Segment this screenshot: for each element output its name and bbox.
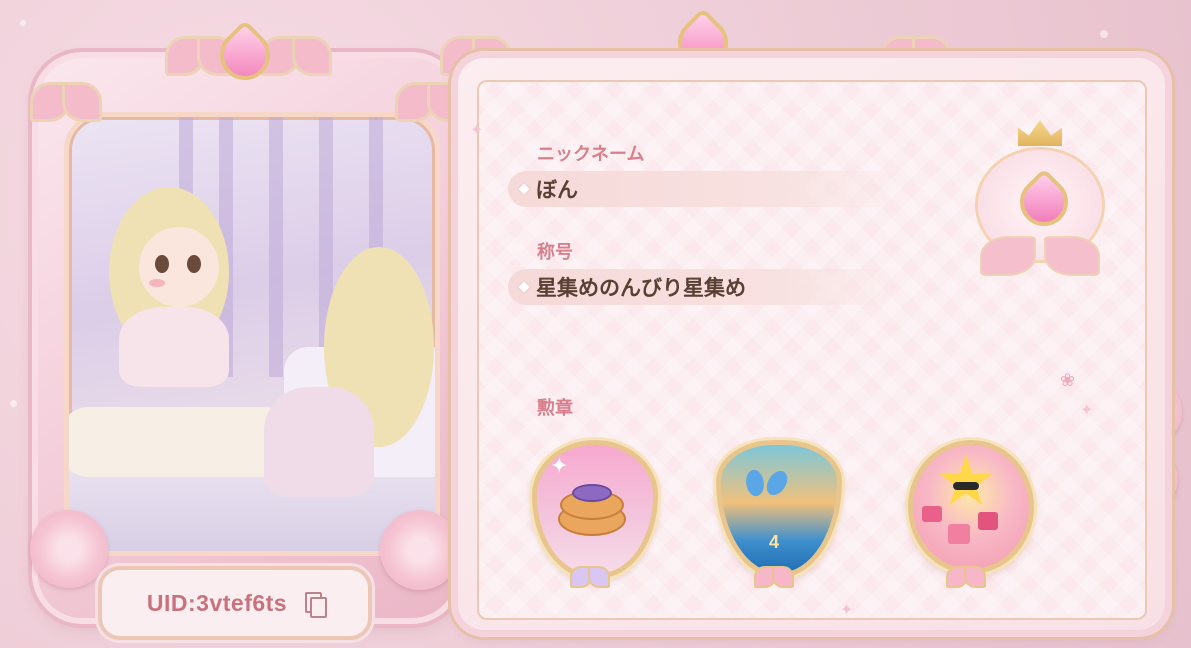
background-sparkle: [10, 400, 17, 407]
heart-card-icon: [948, 524, 970, 544]
copy-icon-front-sheet: [310, 597, 328, 618]
diamond-bullet-icon: [518, 281, 530, 293]
ribbon-bow-decoration: [260, 36, 332, 76]
rose-decoration: [30, 510, 108, 588]
copy-icon[interactable]: [305, 592, 328, 618]
title-value: 星集めのんびり星集め: [536, 276, 746, 300]
sparkle-icon: ✦: [550, 454, 569, 479]
character-eye: [187, 255, 201, 273]
badge-ribbon: [570, 566, 610, 588]
badge-ribbon: [946, 566, 986, 588]
ribbon-bow-decoration: [30, 82, 102, 122]
character-eye: [155, 255, 169, 273]
nickname-field: ぼん: [508, 171, 906, 207]
badge-star[interactable]: [908, 440, 1034, 588]
character-dress: [119, 307, 229, 387]
character-face: [139, 227, 219, 307]
title-field: 星集めのんびり星集め: [508, 269, 906, 305]
heart-crown-emblem-icon: [970, 120, 1110, 280]
sparkle-icon: ✦: [1080, 400, 1094, 419]
badge-frame: [716, 440, 842, 578]
sparkle-icon: ✦: [470, 120, 484, 139]
background-sparkle: [1170, 300, 1175, 305]
diamond-bullet-icon: [518, 183, 530, 195]
building-icon: [922, 506, 942, 522]
ribbon-bow-decoration: [395, 82, 467, 122]
sparkle-icon: ❀: [1060, 370, 1076, 391]
badge-number: 4: [768, 532, 779, 552]
character-cheek: [149, 279, 165, 287]
badge-ribbon: [754, 566, 794, 588]
background-sparkle: [20, 20, 26, 26]
avatar-portrait: [64, 112, 440, 556]
nickname-label: ニックネーム: [537, 144, 645, 164]
ribbon-bow-decoration: [980, 236, 1100, 276]
uid-plate: UID:3vtef6ts: [98, 566, 372, 640]
second-character-dress: [264, 387, 374, 497]
uid-text: UID:3vtef6ts: [146, 589, 288, 616]
pancake-top: [572, 484, 612, 502]
curtain-stripe: [269, 117, 283, 378]
nickname-value: ぼん: [536, 178, 578, 202]
crown-icon: [1018, 120, 1062, 146]
rose-decoration: [380, 510, 460, 590]
sparkle-icon: ✦: [840, 600, 854, 619]
thumbs-up-icon: [978, 512, 998, 530]
title-label: 称号: [537, 242, 573, 262]
badges-label: 勲章: [537, 398, 573, 418]
badge-butterfly[interactable]: 4: [716, 440, 842, 588]
badge-pancake[interactable]: ✦: [532, 440, 658, 588]
sunglasses-icon: [953, 482, 979, 490]
butterfly-badge-icon: [746, 470, 786, 500]
background-sparkle: [1100, 30, 1108, 38]
